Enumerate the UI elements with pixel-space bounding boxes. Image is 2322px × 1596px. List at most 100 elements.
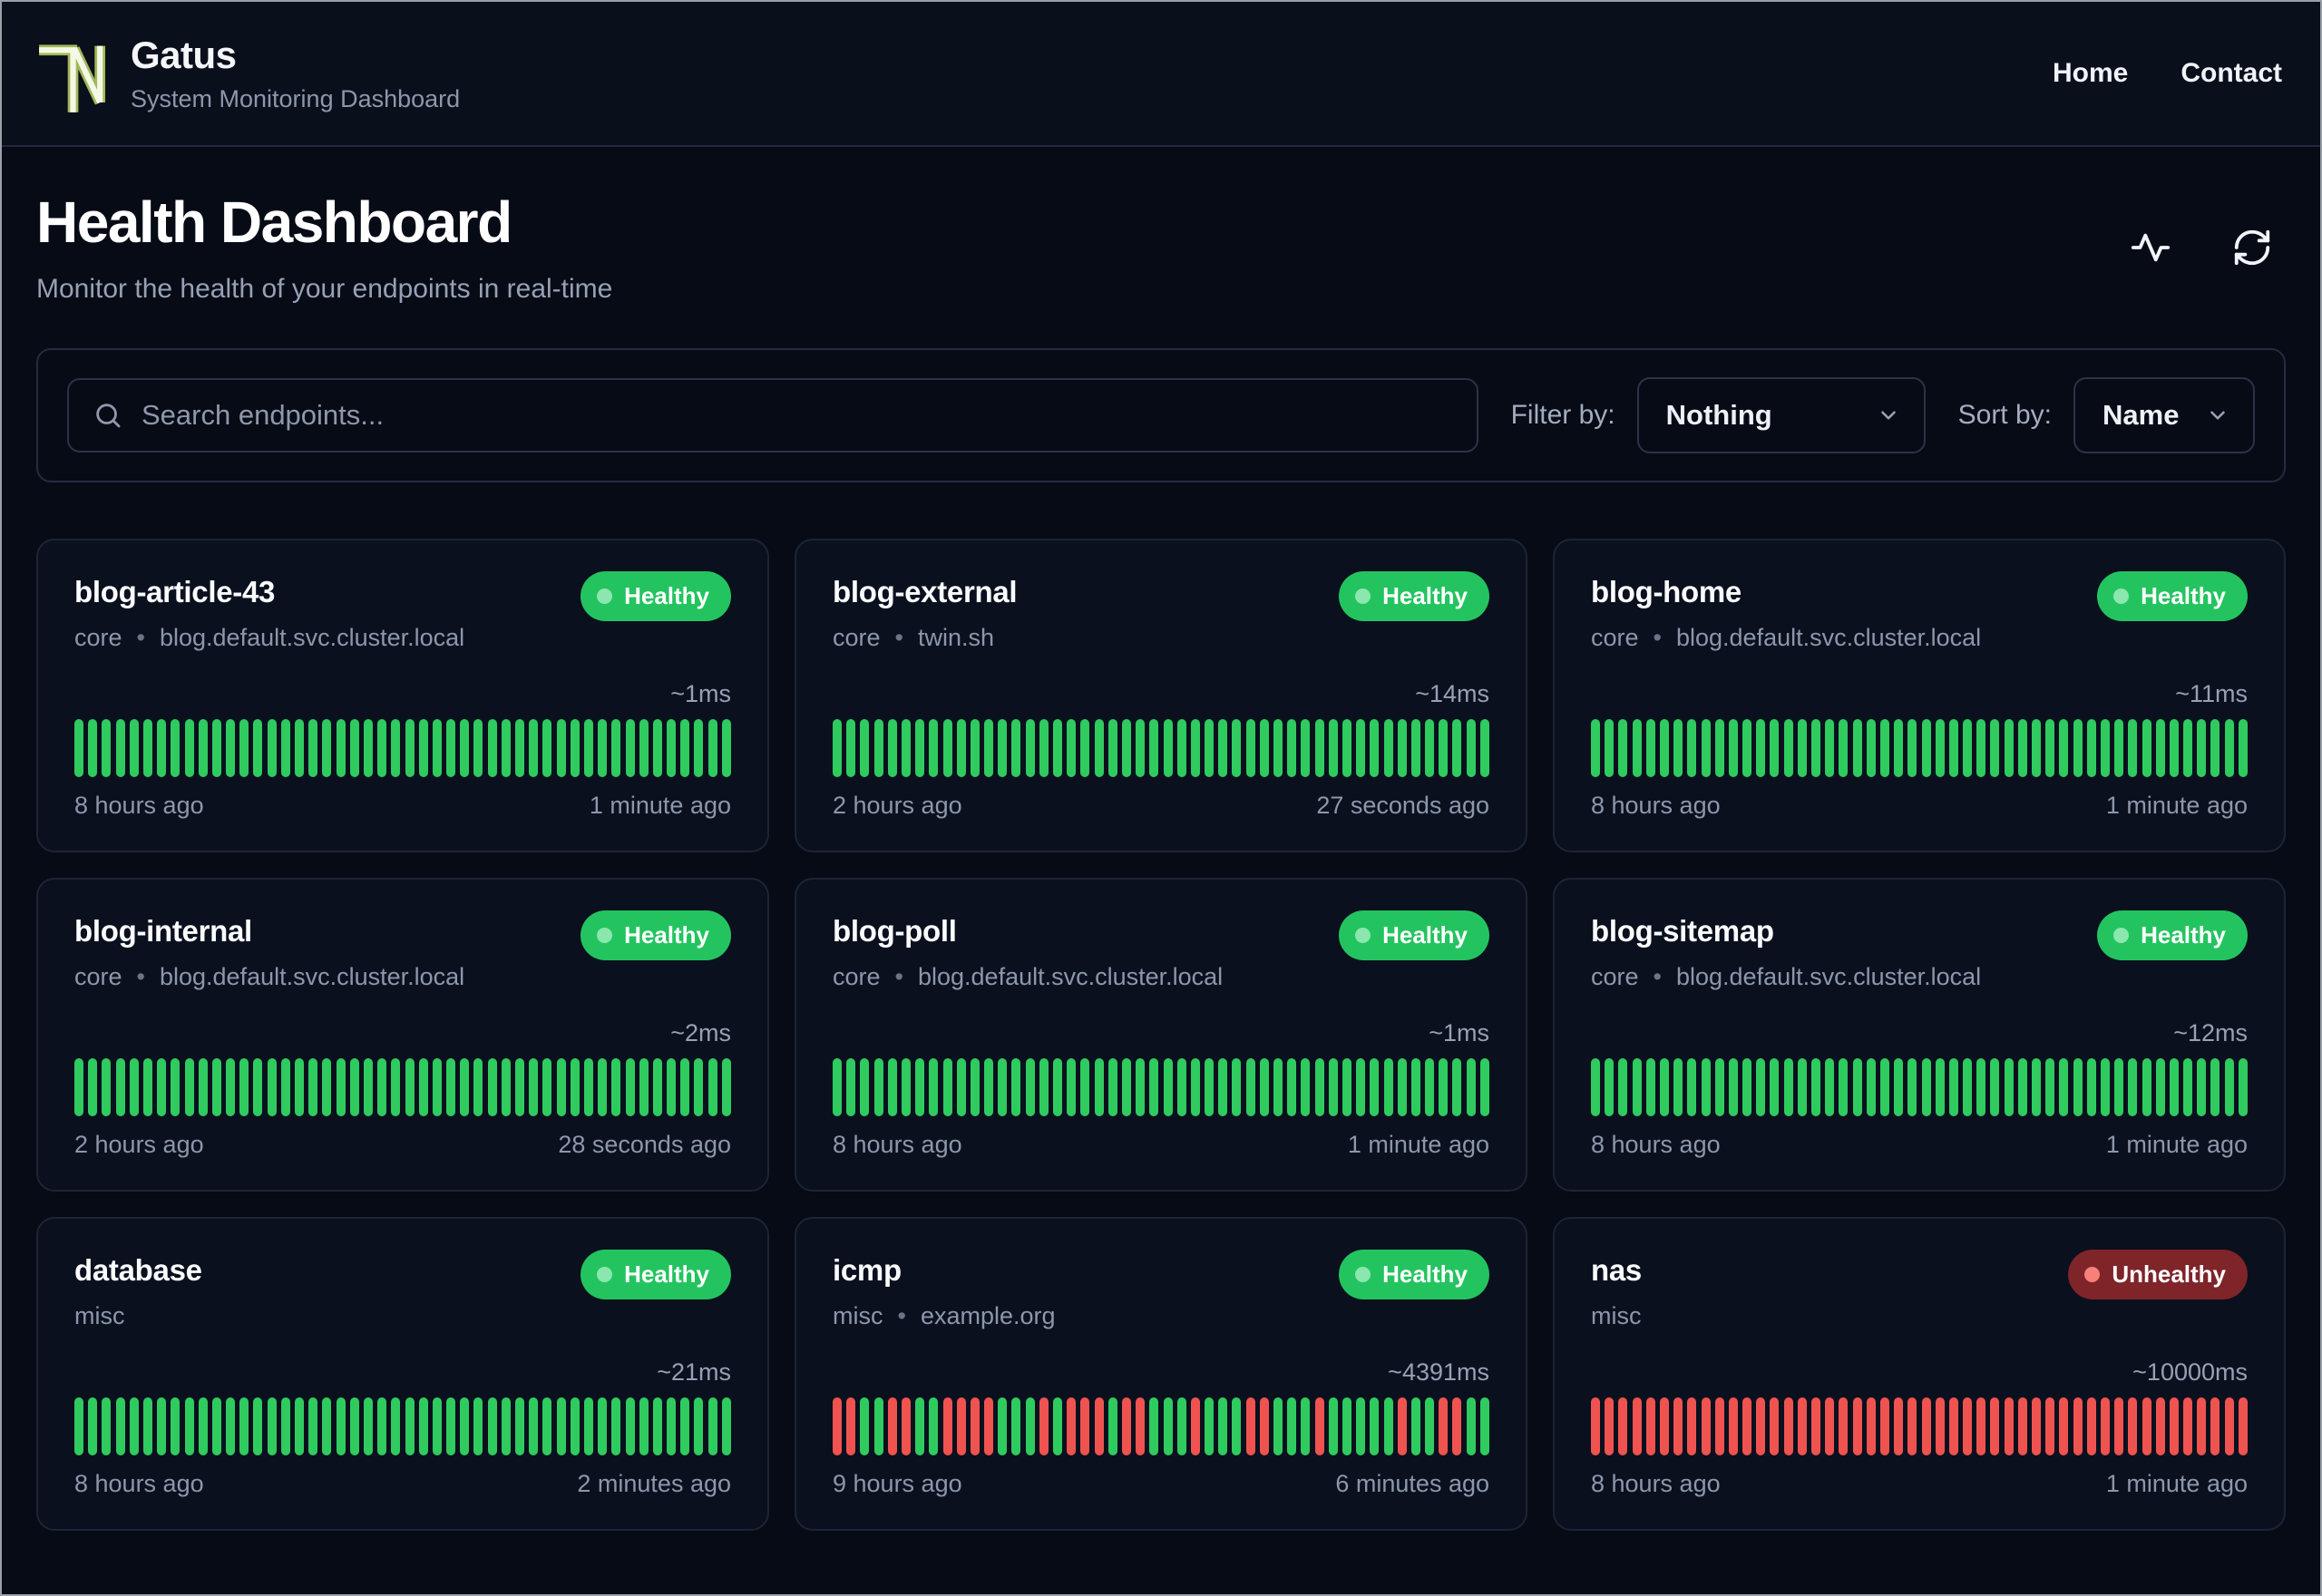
history-bar-down[interactable] (984, 1397, 994, 1455)
history-bar-up[interactable] (1825, 719, 1835, 777)
history-bar-up[interactable] (473, 719, 483, 777)
history-bar-up[interactable] (1673, 719, 1683, 777)
history-bar-up[interactable] (239, 719, 249, 777)
history-bar-down[interactable] (1659, 1397, 1669, 1455)
history-bar-up[interactable] (583, 1058, 593, 1116)
history-bar-up[interactable] (611, 1397, 621, 1455)
history-bar-down[interactable] (1921, 1397, 1931, 1455)
history-bar-up[interactable] (322, 719, 332, 777)
history-bar-up[interactable] (529, 1058, 539, 1116)
history-bar-up[interactable] (1053, 1397, 1062, 1455)
history-bar-up[interactable] (1107, 1058, 1117, 1116)
history-bar-up[interactable] (405, 1397, 415, 1455)
history-bar-up[interactable] (2073, 1058, 2083, 1116)
history-bar-up[interactable] (901, 719, 911, 777)
history-bar-up[interactable] (1839, 1058, 1849, 1116)
history-bar-up[interactable] (129, 1397, 139, 1455)
history-bar-up[interactable] (115, 1397, 125, 1455)
history-bar-up[interactable] (253, 1058, 263, 1116)
history-bar-up[interactable] (1976, 719, 1986, 777)
history-bar-up[interactable] (694, 719, 704, 777)
history-bar-up[interactable] (1328, 1058, 1338, 1116)
history-bar-up[interactable] (2059, 719, 2069, 777)
history-bar-up[interactable] (1121, 1058, 1131, 1116)
history-bar-down[interactable] (1866, 1397, 1876, 1455)
history-bar-up[interactable] (171, 1397, 180, 1455)
history-bar-up[interactable] (1025, 719, 1035, 777)
history-bar-up[interactable] (171, 1058, 180, 1116)
search-input[interactable] (141, 399, 1453, 432)
history-bar-up[interactable] (570, 719, 580, 777)
history-bar-up[interactable] (1632, 719, 1642, 777)
endpoint-card[interactable]: database misc Healthy ~21ms 8 hours ago … (36, 1217, 769, 1531)
history-bar-down[interactable] (2032, 1397, 2041, 1455)
history-bar-up[interactable] (102, 1397, 112, 1455)
history-bar-up[interactable] (1163, 1058, 1173, 1116)
history-bar-up[interactable] (1370, 1397, 1380, 1455)
history-bar-down[interactable] (2017, 1397, 2027, 1455)
history-bar-up[interactable] (652, 719, 662, 777)
history-bar-up[interactable] (1232, 1058, 1242, 1116)
history-bar-down[interactable] (1852, 1397, 1862, 1455)
history-bar-up[interactable] (1618, 1058, 1628, 1116)
history-bar-up[interactable] (157, 719, 167, 777)
history-bar-down[interactable] (1190, 1397, 1200, 1455)
history-bar-up[interactable] (1783, 719, 1793, 777)
history-bar-up[interactable] (211, 719, 221, 777)
history-bar-down[interactable] (2183, 1397, 2193, 1455)
history-bar-down[interactable] (1797, 1397, 1807, 1455)
history-bar-up[interactable] (1149, 1058, 1159, 1116)
history-bar-down[interactable] (1990, 1397, 2000, 1455)
history-bar-up[interactable] (2169, 1058, 2179, 1116)
history-bar-up[interactable] (707, 1058, 717, 1116)
history-bar-up[interactable] (1053, 1058, 1062, 1116)
history-bar-up[interactable] (1948, 719, 1958, 777)
history-bar-up[interactable] (1397, 719, 1407, 777)
history-bar-up[interactable] (460, 719, 470, 777)
history-bar-up[interactable] (1039, 1058, 1049, 1116)
sort-select[interactable]: Name (2073, 377, 2255, 453)
history-bar-up[interactable] (1479, 1058, 1489, 1116)
history-bar-down[interactable] (1783, 1397, 1793, 1455)
history-bar-up[interactable] (198, 1058, 208, 1116)
history-bar-up[interactable] (860, 719, 870, 777)
history-bar-up[interactable] (418, 1397, 428, 1455)
history-bar-up[interactable] (2004, 1058, 2014, 1116)
history-bar-up[interactable] (2100, 719, 2110, 777)
history-bar-up[interactable] (322, 1058, 332, 1116)
history-bar-up[interactable] (1136, 1058, 1146, 1116)
history-bar-up[interactable] (942, 719, 952, 777)
history-bar-down[interactable] (1687, 1397, 1697, 1455)
history-bar-down[interactable] (1756, 1397, 1766, 1455)
history-bar-up[interactable] (142, 719, 152, 777)
history-bar-up[interactable] (349, 1058, 359, 1116)
history-bar-up[interactable] (1797, 1058, 1807, 1116)
history-bar-up[interactable] (2197, 1058, 2207, 1116)
history-bar-up[interactable] (102, 719, 112, 777)
history-bar-down[interactable] (1811, 1397, 1820, 1455)
endpoint-card[interactable]: nas misc Unhealthy ~10000ms 8 hours ago … (1553, 1217, 2286, 1531)
history-bar-up[interactable] (405, 719, 415, 777)
history-bar-up[interactable] (1218, 1397, 1228, 1455)
history-bar-up[interactable] (652, 1397, 662, 1455)
history-bar-up[interactable] (694, 1058, 704, 1116)
history-bar-up[interactable] (1701, 719, 1711, 777)
history-bar-up[interactable] (446, 719, 456, 777)
history-bar-up[interactable] (956, 719, 966, 777)
history-bar-up[interactable] (432, 1058, 442, 1116)
history-bar-up[interactable] (970, 719, 980, 777)
history-bar-up[interactable] (1770, 1058, 1780, 1116)
history-bar-up[interactable] (1742, 1058, 1752, 1116)
history-bar-down[interactable] (1907, 1397, 1917, 1455)
history-bar-up[interactable] (1205, 1397, 1215, 1455)
history-bar-up[interactable] (2224, 1058, 2234, 1116)
history-bar-up[interactable] (501, 1058, 511, 1116)
history-bar-up[interactable] (1466, 719, 1476, 777)
history-bar-up[interactable] (873, 1058, 883, 1116)
endpoint-card[interactable]: blog-external core • twin.sh Healthy ~14… (795, 539, 1527, 852)
history-bar-up[interactable] (529, 1397, 539, 1455)
endpoint-card[interactable]: blog-home core • blog.default.svc.cluste… (1553, 539, 2286, 852)
history-bar-up[interactable] (1067, 719, 1077, 777)
history-bar-up[interactable] (2114, 1058, 2124, 1116)
history-bar-up[interactable] (1466, 1397, 1476, 1455)
